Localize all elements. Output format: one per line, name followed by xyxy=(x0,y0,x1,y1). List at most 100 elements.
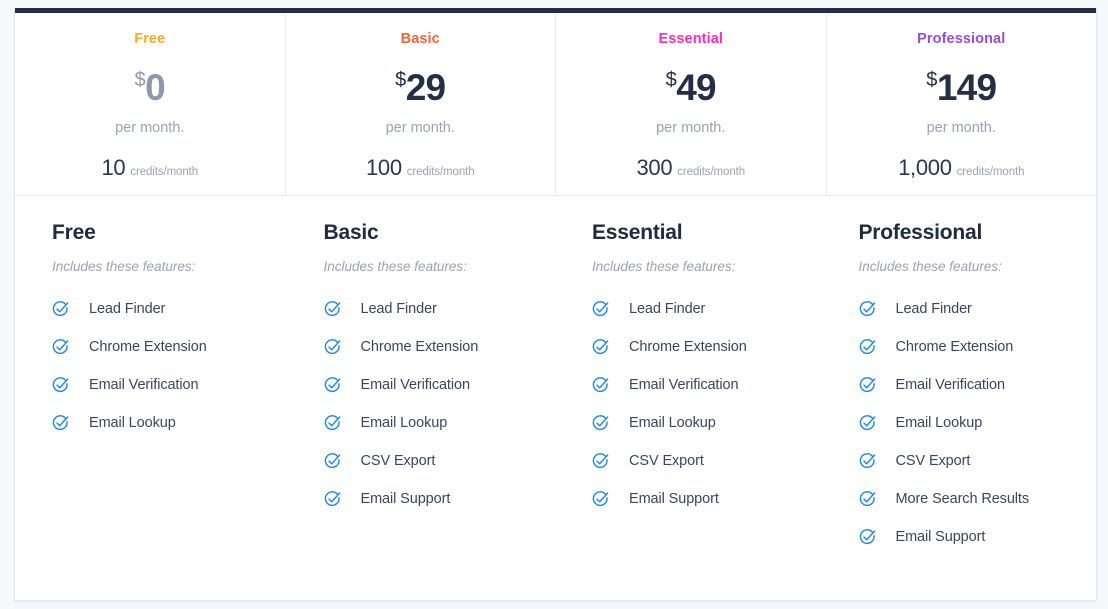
feature-item-label: Email Lookup xyxy=(629,414,716,432)
feature-column-title: Free xyxy=(52,220,290,246)
credits-label: credits/month xyxy=(957,166,1025,178)
feature-column-subtitle: Includes these features: xyxy=(324,258,562,276)
currency-symbol: $ xyxy=(926,69,937,91)
feature-item: Email Lookup xyxy=(592,404,830,442)
feature-item-label: Chrome Extension xyxy=(361,338,479,356)
plan-header-essential: Essential $49 per month. 300credits/mont… xyxy=(556,13,827,195)
feature-list: Lead Finder Chrome Extension Email Verific… xyxy=(592,290,830,518)
credits-label: credits/month xyxy=(130,166,198,178)
check-circle-icon xyxy=(859,453,886,470)
price-amount: 29 xyxy=(406,67,446,108)
feature-item: Email Verification xyxy=(324,366,562,404)
feature-item: More Search Results xyxy=(859,480,1097,518)
feature-list: Lead Finder Chrome Extension Email Verific… xyxy=(859,290,1097,556)
feature-item: Chrome Extension xyxy=(324,328,562,366)
check-circle-icon xyxy=(324,415,351,432)
feature-item-label: Email Verification xyxy=(896,376,1005,394)
plans-header-row: Free $0 per month. 10 credits/month Basic… xyxy=(15,13,1096,196)
check-circle-icon xyxy=(52,301,79,318)
plans-features-row: Free Includes these features: Lead Finde… xyxy=(15,197,1096,600)
feature-item: Lead Finder xyxy=(324,290,562,328)
feature-item-label: Lead Finder xyxy=(89,300,165,318)
feature-item-label: Chrome Extension xyxy=(629,338,747,356)
feature-item-label: Email Support xyxy=(361,490,451,508)
feature-item-label: Email Verification xyxy=(629,376,738,394)
feature-item: Email Verification xyxy=(52,366,290,404)
feature-item-label: CSV Export xyxy=(361,452,436,470)
plan-header-free: Free $0 per month. 10 credits/month xyxy=(15,13,286,195)
currency-symbol: $ xyxy=(135,69,146,91)
feature-item: Email Verification xyxy=(859,366,1097,404)
plan-period-essential: per month. xyxy=(556,119,826,137)
plan-credits-basic: 100credits/month xyxy=(286,155,556,181)
feature-item: Email Verification xyxy=(592,366,830,404)
feature-item: Chrome Extension xyxy=(52,328,290,366)
check-circle-icon xyxy=(592,339,619,356)
feature-item: Email Support xyxy=(859,518,1097,556)
check-circle-icon xyxy=(52,377,79,394)
check-circle-icon xyxy=(592,415,619,432)
check-circle-icon xyxy=(592,453,619,470)
feature-column-essential: Essential Includes these features: Lead … xyxy=(561,197,830,600)
feature-item: Email Lookup xyxy=(859,404,1097,442)
check-circle-icon xyxy=(324,453,351,470)
currency-symbol: $ xyxy=(666,69,677,91)
pricing-table: Free $0 per month. 10 credits/month Basic… xyxy=(14,8,1097,601)
check-circle-icon xyxy=(52,339,79,356)
feature-item: Lead Finder xyxy=(859,290,1097,328)
check-circle-icon xyxy=(859,491,886,508)
plan-period-basic: per month. xyxy=(286,119,556,137)
feature-item: Email Support xyxy=(592,480,830,518)
plan-header-basic: Basic $29 per month. 100credits/month xyxy=(286,13,557,195)
check-circle-icon xyxy=(324,377,351,394)
feature-item-label: CSV Export xyxy=(896,452,971,470)
currency-symbol: $ xyxy=(395,69,406,91)
feature-column-subtitle: Includes these features: xyxy=(52,258,290,276)
plan-name-professional: Professional xyxy=(827,30,1097,48)
feature-item: CSV Export xyxy=(324,442,562,480)
feature-item: Lead Finder xyxy=(592,290,830,328)
plan-name-free: Free xyxy=(15,30,285,48)
plan-price-free: $0 xyxy=(15,60,285,116)
feature-item-label: Email Lookup xyxy=(89,414,176,432)
feature-column-title: Essential xyxy=(592,220,830,246)
feature-item: Email Support xyxy=(324,480,562,518)
feature-column-title: Basic xyxy=(324,220,562,246)
price-amount: 0 xyxy=(145,67,165,108)
check-circle-icon xyxy=(592,377,619,394)
plan-credits-essential: 300credits/month xyxy=(556,155,826,181)
check-circle-icon xyxy=(324,491,351,508)
check-circle-icon xyxy=(859,377,886,394)
price-amount: 149 xyxy=(937,67,996,108)
plan-price-professional: $149 xyxy=(827,60,1097,116)
credits-count: 1,000 xyxy=(898,155,952,180)
check-circle-icon xyxy=(859,301,886,318)
plan-credits-free: 10 credits/month xyxy=(15,155,285,181)
feature-item: CSV Export xyxy=(859,442,1097,480)
feature-item: Chrome Extension xyxy=(592,328,830,366)
credits-count: 300 xyxy=(636,155,672,180)
feature-item: Email Lookup xyxy=(324,404,562,442)
feature-item: CSV Export xyxy=(592,442,830,480)
price-amount: 49 xyxy=(676,67,716,108)
feature-item: Lead Finder xyxy=(52,290,290,328)
feature-column-subtitle: Includes these features: xyxy=(592,258,830,276)
credits-count: 10 xyxy=(101,155,125,180)
plan-name-basic: Basic xyxy=(286,30,556,48)
check-circle-icon xyxy=(324,301,351,318)
check-circle-icon xyxy=(52,415,79,432)
feature-item-label: More Search Results xyxy=(896,490,1030,508)
feature-item-label: Lead Finder xyxy=(361,300,437,318)
feature-item-label: Chrome Extension xyxy=(896,338,1014,356)
feature-list: Lead Finder Chrome Extension Email Verific… xyxy=(324,290,562,518)
feature-item-label: Lead Finder xyxy=(896,300,972,318)
feature-item-label: Email Support xyxy=(629,490,719,508)
check-circle-icon xyxy=(859,529,886,546)
feature-column-subtitle: Includes these features: xyxy=(859,258,1097,276)
plan-period-free: per month. xyxy=(15,119,285,137)
feature-column-basic: Basic Includes these features: Lead Find… xyxy=(290,197,562,600)
feature-item-label: Email Lookup xyxy=(896,414,983,432)
check-circle-icon xyxy=(592,491,619,508)
credits-count: 100 xyxy=(366,155,402,180)
check-circle-icon xyxy=(592,301,619,318)
